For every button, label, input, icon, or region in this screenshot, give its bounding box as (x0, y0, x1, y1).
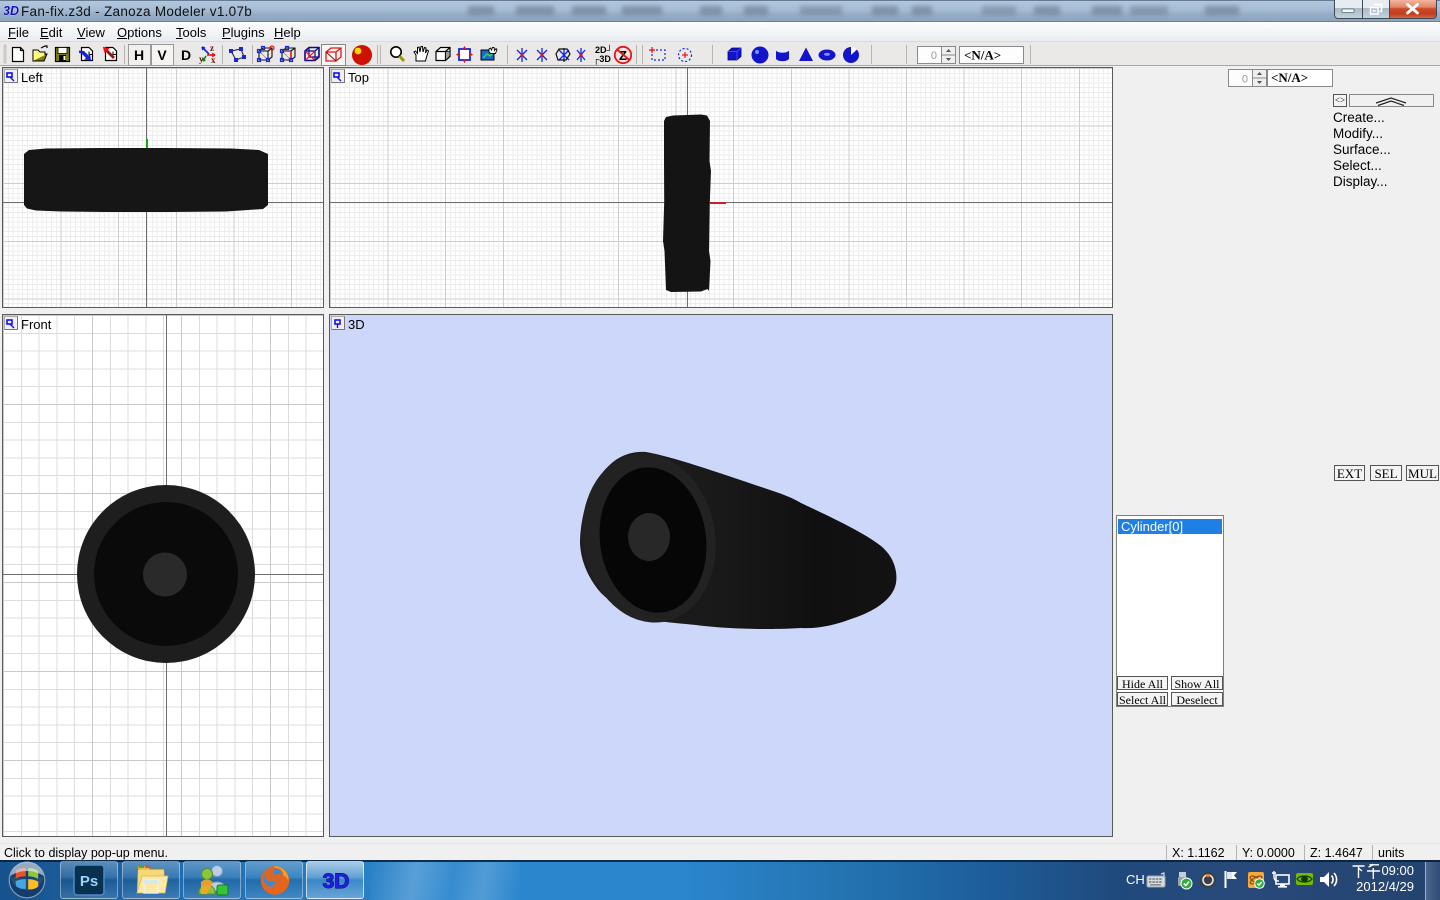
svg-text:y: y (199, 54, 204, 64)
svg-text:<N/A>: <N/A> (964, 48, 1001, 63)
svg-text:0: 0 (1242, 74, 1248, 86)
svg-text:3D: 3D (323, 870, 350, 893)
svg-text:V: V (157, 47, 167, 63)
svg-text:z: z (210, 43, 214, 53)
svg-text:H: H (134, 47, 144, 63)
svg-text:3D: 3D (4, 4, 19, 17)
svg-text:x: x (211, 55, 216, 65)
svg-text:0: 0 (931, 50, 937, 62)
svg-text:┌3D: ┌3D (593, 54, 611, 65)
svg-text:D: D (181, 47, 191, 63)
svg-text:Ps: Ps (80, 873, 98, 890)
